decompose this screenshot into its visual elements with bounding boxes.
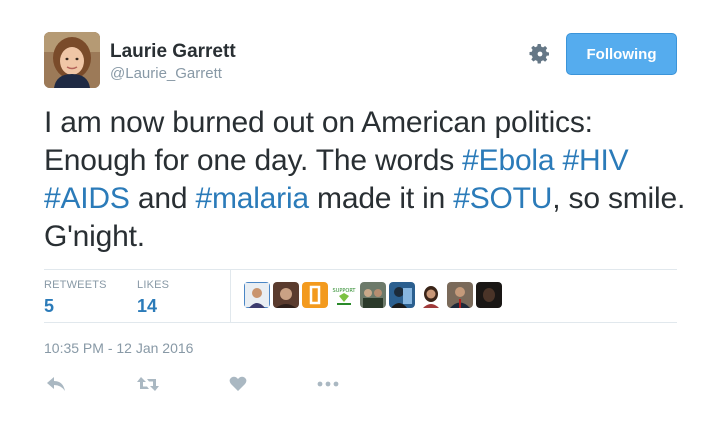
retweets-label: RETWEETS xyxy=(44,279,107,291)
tweet-text: I am now burned out on American politics… xyxy=(44,104,694,256)
divider xyxy=(44,322,677,323)
divider xyxy=(230,270,231,322)
avatar[interactable] xyxy=(44,32,100,88)
tweet-timestamp[interactable]: 10:35 PM - 12 Jan 2016 xyxy=(44,340,193,356)
divider xyxy=(44,269,677,270)
likers-avatars: SUPPORT xyxy=(244,282,502,308)
liker-avatar[interactable] xyxy=(418,282,444,308)
hashtag-ebola[interactable]: #Ebola xyxy=(462,144,554,177)
hashtag-sotu[interactable]: #SOTU xyxy=(453,182,552,215)
tweet-card: Laurie Garrett @Laurie_Garrett Following… xyxy=(0,0,720,428)
liker-avatar[interactable] xyxy=(273,282,299,308)
gear-icon[interactable] xyxy=(528,42,552,66)
retweets-count[interactable]: 5 xyxy=(44,296,54,317)
tweet-text-part: made it in xyxy=(308,182,454,215)
retweet-icon[interactable] xyxy=(136,374,160,394)
user-handle[interactable]: @Laurie_Garrett xyxy=(110,65,222,82)
hashtag-aids[interactable]: #AIDS xyxy=(44,182,130,215)
tweet-text-part: and xyxy=(129,182,196,215)
liker-avatar[interactable] xyxy=(244,282,270,308)
user-name[interactable]: Laurie Garrett xyxy=(110,41,236,63)
hashtag-malaria[interactable]: #malaria xyxy=(195,182,309,215)
reply-icon[interactable] xyxy=(44,374,68,394)
likes-count[interactable]: 14 xyxy=(137,296,157,317)
liker-avatar[interactable] xyxy=(302,282,328,308)
following-button[interactable]: Following xyxy=(566,33,677,75)
liker-avatar[interactable]: SUPPORT xyxy=(331,282,357,308)
tweet-text-part xyxy=(554,144,562,177)
liker-avatar[interactable] xyxy=(447,282,473,308)
more-icon[interactable] xyxy=(316,374,340,394)
svg-text:SUPPORT: SUPPORT xyxy=(333,288,357,294)
liker-avatar[interactable] xyxy=(476,282,502,308)
hashtag-hiv[interactable]: #HIV xyxy=(563,144,629,177)
liker-avatar[interactable] xyxy=(389,282,415,308)
likes-label: LIKES xyxy=(137,279,170,291)
like-icon[interactable] xyxy=(226,374,250,394)
liker-avatar[interactable] xyxy=(360,282,386,308)
